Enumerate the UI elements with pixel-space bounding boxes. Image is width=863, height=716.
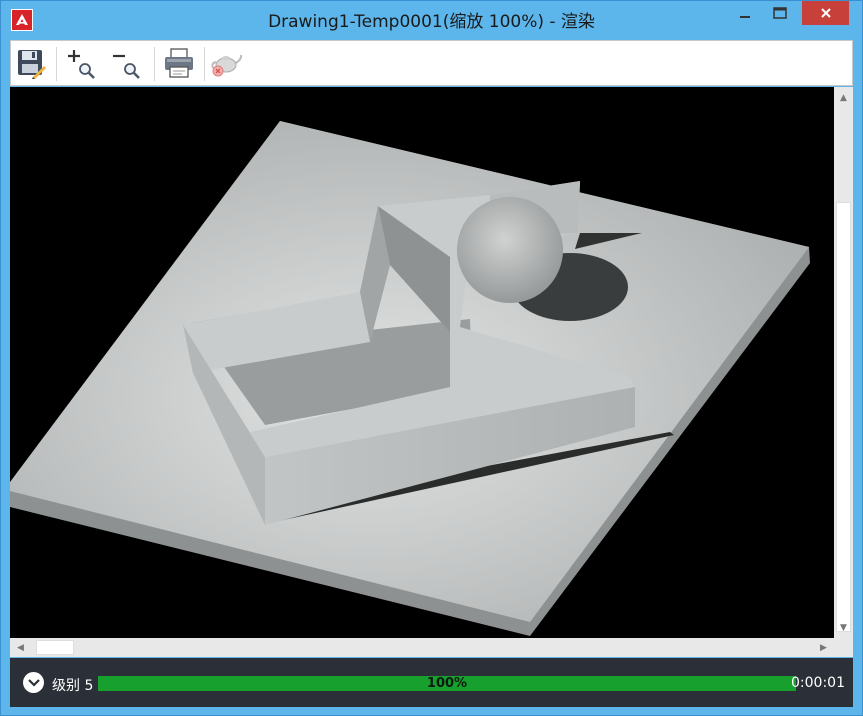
toolbar: [10, 40, 853, 86]
print-icon: [165, 48, 193, 78]
zoom-in-button[interactable]: [63, 45, 99, 81]
horizontal-scroll-thumb[interactable]: [36, 640, 74, 655]
expand-details-button[interactable]: [23, 672, 44, 693]
toolbar-separator: [56, 47, 57, 81]
toolbar-separator: [154, 47, 155, 81]
close-icon: [820, 8, 831, 18]
zoom-out-button[interactable]: [108, 45, 144, 81]
render-button[interactable]: [208, 45, 244, 81]
render-viewport[interactable]: [10, 87, 834, 638]
scrollbar-corner: [834, 638, 853, 657]
minimize-button[interactable]: [731, 1, 759, 25]
scroll-down-icon[interactable]: ▼: [834, 619, 853, 636]
title-bar[interactable]: Drawing1-Temp0001(缩放 100%) - 渲染: [1, 1, 862, 39]
close-button[interactable]: [802, 1, 849, 25]
save-button[interactable]: [13, 45, 49, 81]
teapot-render-icon: [211, 54, 243, 77]
render-window: Drawing1-Temp0001(缩放 100%) - 渲染 ▲ ▼ ◀ ▶ …: [0, 0, 863, 716]
render-level-label: 级别 5: [52, 678, 94, 694]
zoom-out-icon: [113, 54, 140, 79]
minimize-icon: [740, 16, 750, 18]
scroll-left-icon[interactable]: ◀: [12, 638, 29, 657]
maximize-button[interactable]: [766, 1, 794, 25]
rendered-image: [10, 121, 810, 636]
zoom-in-icon: [68, 50, 95, 79]
scroll-up-icon[interactable]: ▲: [834, 89, 853, 106]
vertical-scrollbar[interactable]: ▲ ▼: [834, 87, 853, 638]
render-progress-bar: 100%: [98, 676, 796, 691]
horizontal-scrollbar[interactable]: ◀ ▶: [10, 638, 834, 657]
scroll-right-icon[interactable]: ▶: [815, 638, 832, 657]
vertical-scroll-thumb[interactable]: [836, 202, 851, 632]
save-icon: [18, 50, 46, 79]
chevron-down-icon: [27, 678, 40, 687]
print-button[interactable]: [161, 45, 197, 81]
render-time: 0:00:01: [791, 675, 845, 691]
toolbar-separator: [204, 47, 205, 81]
maximize-icon: [773, 7, 787, 19]
progress-percent: 100%: [426, 676, 468, 691]
status-bar: 级别 5 100% 0:00:01: [10, 658, 853, 707]
